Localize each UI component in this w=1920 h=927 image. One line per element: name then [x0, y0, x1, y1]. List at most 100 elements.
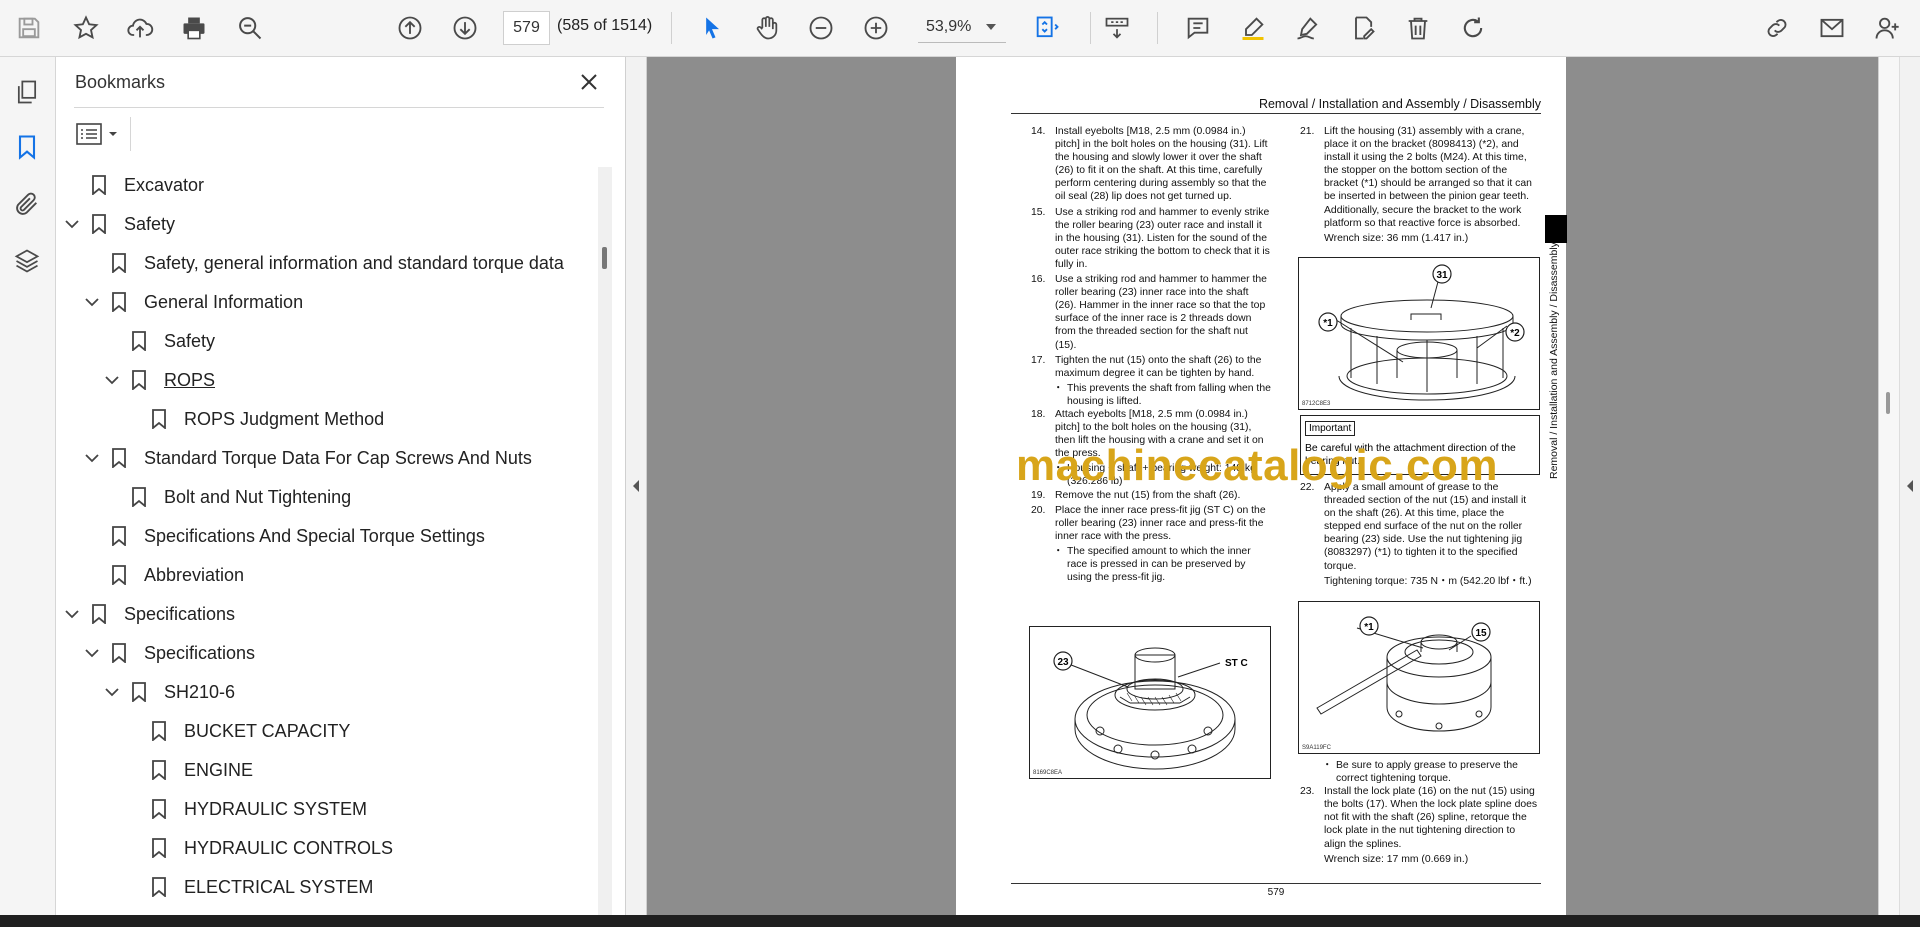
- bookmark-item[interactable]: Specifications: [82, 634, 255, 672]
- bookmark-item[interactable]: Specifications And Special Torque Settin…: [82, 517, 485, 555]
- bookmark-item[interactable]: General Information: [82, 283, 303, 321]
- bookmark-label: ELECTRICAL SYSTEM: [184, 876, 374, 897]
- bookmark-scrollbar[interactable]: [598, 167, 612, 915]
- bookmark-item[interactable]: HYDRAULIC SYSTEM: [122, 790, 367, 828]
- chevron-down-icon[interactable]: [62, 214, 82, 234]
- chevron-down-icon[interactable]: [986, 24, 996, 30]
- bookmarks-panel: Bookmarks Excavator Safety Safety, general…: [56, 57, 626, 915]
- chevron-down-icon[interactable]: [82, 643, 102, 663]
- toolbar-divider: [1157, 12, 1158, 44]
- bookmark-item[interactable]: BUCKET CAPACITY: [122, 712, 350, 750]
- bookmark-item[interactable]: Specifications: [62, 595, 235, 633]
- bookmark-label: Safety: [124, 213, 176, 234]
- bookmark-item[interactable]: HYDRAULIC CONTROLS: [122, 829, 393, 867]
- find-icon[interactable]: [230, 8, 270, 48]
- chevron-down-icon[interactable]: [82, 292, 102, 312]
- close-icon[interactable]: [576, 69, 602, 95]
- procedure-step: 23. Install the lock plate (16) on the nu…: [1300, 785, 1540, 850]
- email-icon[interactable]: [1812, 8, 1852, 48]
- select-tool-icon[interactable]: [692, 8, 732, 48]
- bookmark-item[interactable]: ENGINE: [122, 751, 253, 789]
- bookmark-icon: [128, 680, 150, 704]
- bookmark-icon: [88, 173, 110, 197]
- bookmark-item[interactable]: ROPS Judgment Method: [122, 400, 384, 438]
- share-link-icon[interactable]: [1757, 8, 1797, 48]
- next-page-icon[interactable]: [445, 8, 485, 48]
- bookmark-item[interactable]: Standard Torque Data For Cap Screws And …: [82, 439, 532, 477]
- chevron-down-icon[interactable]: [82, 448, 102, 468]
- bookmark-options-button[interactable]: [76, 119, 122, 149]
- page-count-label: (585 of 1514): [557, 17, 653, 34]
- bookmark-panel-icon[interactable]: [11, 131, 43, 163]
- save-icon[interactable]: [9, 8, 49, 48]
- fit-page-icon[interactable]: [1027, 8, 1067, 48]
- bookmark-item[interactable]: Safety: [102, 322, 215, 360]
- bookmark-item[interactable]: SH210-6: [102, 673, 235, 711]
- bookmark-label: Specifications And Special Torque Settin…: [144, 525, 485, 546]
- hand-tool-icon[interactable]: [747, 8, 787, 48]
- edit-pdf-icon[interactable]: [1343, 8, 1383, 48]
- step-text: Use a striking rod and hammer to hammer …: [1055, 274, 1267, 351]
- zoom-out-icon[interactable]: [801, 8, 841, 48]
- add-user-icon[interactable]: [1867, 8, 1907, 48]
- chevron-left-icon: [633, 480, 639, 492]
- figure-housing-bracket: 31 *1 *2 8712C8E3: [1298, 257, 1540, 410]
- step-text: Use a striking rod and hammer to evenly …: [1055, 206, 1270, 270]
- bookmark-item[interactable]: Bolt and Nut Tightening: [102, 478, 351, 516]
- page-footer-number: 579: [1267, 887, 1285, 898]
- bookmark-item[interactable]: Excavator: [62, 167, 204, 204]
- highlight-icon[interactable]: [1233, 8, 1273, 48]
- previous-page-icon[interactable]: [390, 8, 430, 48]
- print-icon[interactable]: [174, 8, 214, 48]
- bookmark-label: Bolt and Nut Tightening: [164, 486, 352, 507]
- comment-icon[interactable]: [1178, 8, 1218, 48]
- delete-icon[interactable]: [1398, 8, 1438, 48]
- upload-cloud-icon[interactable]: [120, 8, 160, 48]
- step-text: Apply a small amount of grease to the th…: [1324, 482, 1527, 572]
- vertical-scrollbar[interactable]: [1879, 57, 1900, 915]
- figure-nut-tightening: *1 15 S9A119FC: [1298, 601, 1540, 754]
- bookmark-item[interactable]: Safety, general information and standard…: [82, 244, 564, 282]
- page-thumbnails-icon[interactable]: [11, 76, 43, 108]
- step-number: 17.: [1031, 354, 1046, 366]
- step-text: Install the lock plate (16) on the nut (…: [1324, 786, 1538, 850]
- step-number: 15.: [1031, 206, 1046, 218]
- collapse-right-panel-handle[interactable]: [1878, 57, 1920, 915]
- chevron-down-icon[interactable]: [62, 604, 82, 624]
- step-note: The specified amount to which the inner …: [1031, 545, 1271, 584]
- scrollbar-thumb[interactable]: [1886, 392, 1890, 414]
- page-number-input[interactable]: 579: [503, 11, 550, 45]
- scroll-mode-icon[interactable]: [1097, 8, 1137, 48]
- pdf-page: Removal / Installation and Assembly / Di…: [956, 57, 1567, 915]
- bookmark-item[interactable]: Safety: [62, 205, 175, 243]
- draw-icon[interactable]: [1288, 8, 1328, 48]
- procedure-step: 22. Apply a small amount of grease to the…: [1300, 481, 1540, 573]
- toolbar-divider: [671, 12, 672, 44]
- step-number: 14.: [1031, 126, 1046, 137]
- navigation-rail: [0, 57, 56, 927]
- right-column-bottom: Be sure to apply grease to preserve the …: [1300, 759, 1540, 868]
- chevron-down-icon[interactable]: [102, 682, 122, 702]
- attachments-icon[interactable]: [11, 188, 43, 220]
- collapse-left-panel-handle[interactable]: [626, 57, 647, 915]
- bookmark-item[interactable]: Abbreviation: [82, 556, 244, 594]
- chevron-down-icon[interactable]: [102, 370, 122, 390]
- layers-icon[interactable]: [11, 245, 43, 277]
- zoom-in-icon[interactable]: [856, 8, 896, 48]
- bookmark-item[interactable]: ELECTRICAL SYSTEM: [122, 868, 373, 906]
- step-note: Be sure to apply grease to preserve the …: [1300, 759, 1540, 785]
- document-viewer[interactable]: Removal / Installation and Assembly / Di…: [647, 57, 1878, 915]
- taskbar-strip: [0, 915, 1920, 927]
- scrollbar-thumb[interactable]: [602, 247, 607, 269]
- bookmark-label: Specifications: [144, 642, 256, 663]
- bookmark-item[interactable]: ROPS: [102, 361, 215, 399]
- step-text: Remove the nut (15) from the shaft (26).: [1055, 489, 1241, 501]
- redo-icon[interactable]: [1453, 8, 1493, 48]
- bookmark-label: Standard Torque Data For Cap Screws And …: [144, 447, 532, 468]
- star-icon[interactable]: [66, 8, 106, 48]
